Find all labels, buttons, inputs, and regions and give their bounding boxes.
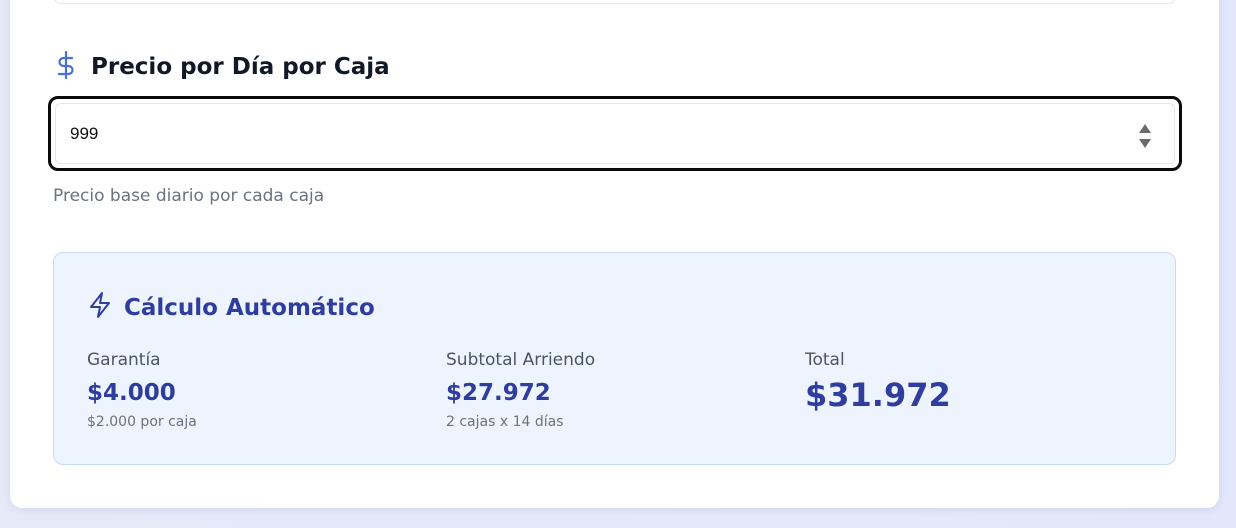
price-per-day-input[interactable] xyxy=(55,103,1175,164)
guarantee-value: $4.000 xyxy=(87,380,176,406)
calculation-panel: Cálculo Automático Garantía $4.000 $2.00… xyxy=(53,252,1176,465)
lightning-icon xyxy=(87,291,113,324)
guarantee-label: Garantía xyxy=(87,350,161,370)
price-input-focus-ring xyxy=(48,96,1182,171)
total-value: $31.972 xyxy=(805,376,951,414)
dollar-icon xyxy=(53,50,79,85)
calculation-title: Cálculo Automático xyxy=(87,291,375,324)
subtotal-label: Subtotal Arriendo xyxy=(446,350,596,370)
total-label: Total xyxy=(805,350,845,370)
price-field-label: Precio por Día por Caja xyxy=(53,50,390,85)
subtotal-value: $27.972 xyxy=(446,380,551,406)
subtotal-detail: 2 cajas x 14 días xyxy=(446,414,564,430)
guarantee-detail: $2.000 por caja xyxy=(87,414,197,430)
number-spinner[interactable] xyxy=(1138,124,1152,148)
price-field-hint: Precio base diario por cada caja xyxy=(53,186,325,206)
spinner-up-icon[interactable] xyxy=(1139,124,1151,133)
previous-input-field[interactable] xyxy=(53,0,1176,4)
subtotal-column: Subtotal Arriendo $27.972 2 cajas x 14 d… xyxy=(446,349,595,431)
spinner-down-icon[interactable] xyxy=(1139,139,1151,148)
total-column: Total $31.972 xyxy=(805,349,951,413)
guarantee-column: Garantía $4.000 $2.000 por caja xyxy=(87,349,197,431)
price-field-label-text: Precio por Día por Caja xyxy=(91,54,390,80)
calculation-title-text: Cálculo Automático xyxy=(124,294,375,321)
